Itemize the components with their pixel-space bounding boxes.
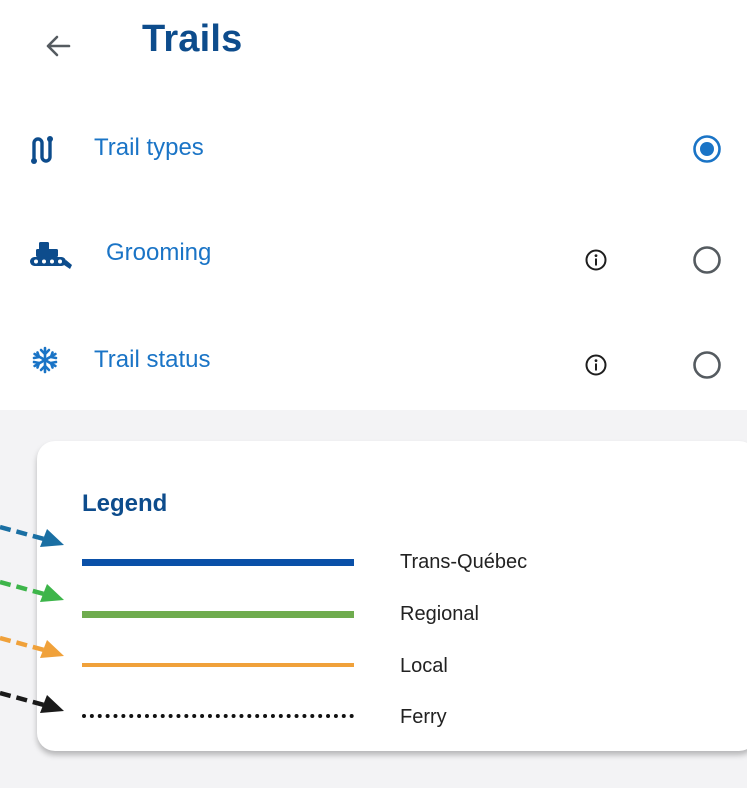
legend-line-regional bbox=[82, 611, 354, 618]
radio-trail-status[interactable] bbox=[692, 350, 722, 380]
snow-groomer-icon bbox=[30, 235, 82, 275]
back-button[interactable] bbox=[38, 26, 78, 66]
arrow-left-icon bbox=[46, 35, 71, 57]
legend-pointer-arrow-4 bbox=[0, 690, 64, 713]
layer-label-trail-types: Trail types bbox=[94, 134, 204, 161]
radio-trail-types-selected[interactable] bbox=[692, 134, 722, 164]
trail-route-icon bbox=[30, 130, 82, 170]
legend-line-local bbox=[82, 663, 354, 667]
legend-line-trans-quebec bbox=[82, 559, 354, 566]
legend-label-regional: Regional bbox=[400, 603, 479, 625]
layer-row-trail-types[interactable]: Trail types bbox=[0, 110, 747, 190]
legend-card bbox=[37, 441, 747, 751]
trail-status-info-button[interactable] bbox=[583, 352, 609, 378]
legend-pointer-arrow-1 bbox=[0, 524, 64, 547]
grooming-info-button[interactable] bbox=[583, 247, 609, 273]
legend-line-ferry bbox=[82, 714, 354, 718]
legend-pointer-arrow-2 bbox=[0, 579, 64, 602]
legend-title: Legend bbox=[82, 490, 168, 517]
info-icon bbox=[585, 249, 607, 271]
legend-label-local: Local bbox=[400, 655, 448, 677]
layer-row-grooming[interactable]: Grooming bbox=[0, 215, 747, 295]
page-title: Trails bbox=[142, 18, 243, 60]
legend-label-ferry: Ferry bbox=[400, 706, 447, 728]
app-header: Trails bbox=[0, 0, 747, 90]
legend-pointer-arrow-3 bbox=[0, 635, 64, 658]
layer-row-trail-status[interactable]: Trail status bbox=[0, 320, 747, 400]
info-icon bbox=[585, 354, 607, 376]
layer-label-grooming: Grooming bbox=[106, 239, 212, 266]
snowflake-icon bbox=[30, 340, 82, 380]
legend-label-trans-quebec: Trans-Québec bbox=[400, 551, 528, 573]
radio-grooming[interactable] bbox=[692, 245, 722, 275]
layer-label-trail-status: Trail status bbox=[94, 346, 211, 373]
